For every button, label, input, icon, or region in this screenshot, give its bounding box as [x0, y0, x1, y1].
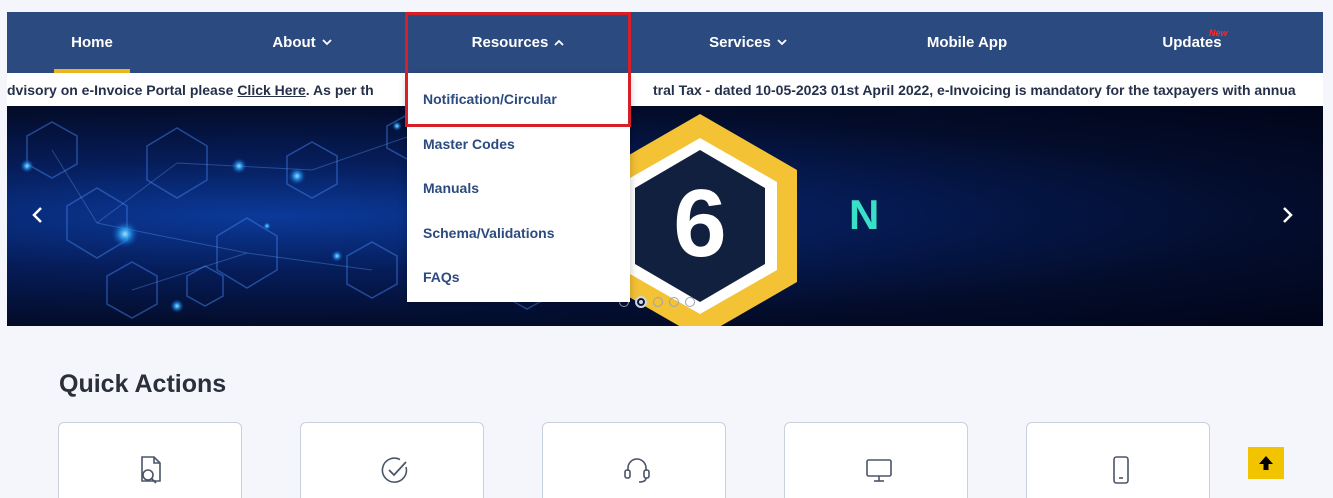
arrow-up-icon: [1259, 456, 1273, 470]
nav-resources-label: Resources: [471, 34, 549, 51]
mobile-icon: [1113, 456, 1129, 484]
scroll-to-top-button[interactable]: [1248, 447, 1284, 479]
quick-action-card-2[interactable]: [300, 422, 484, 498]
nav-about[interactable]: About: [252, 12, 352, 73]
carousel-dot-2-active[interactable]: [635, 296, 647, 308]
chevron-down-icon: [777, 37, 787, 49]
marquee-text-right: tral Tax - dated 10-05-2023 01st April 2…: [653, 82, 1296, 98]
nav-services[interactable]: Services: [693, 12, 803, 73]
nav-mobile-app[interactable]: Mobile App: [912, 12, 1022, 73]
marquee-click-here-link[interactable]: Click Here: [237, 82, 305, 98]
page: Home About Resources Services Mobile App…: [0, 0, 1333, 498]
menu-item-master-codes[interactable]: Master Codes: [423, 136, 515, 152]
resources-dropdown-menu: Notification/Circular Master Codes Manua…: [407, 73, 630, 302]
menu-item-schema-validations[interactable]: Schema/Validations: [423, 225, 555, 241]
hexagon-network-graphic: 6: [20, 114, 797, 326]
quick-action-card-5[interactable]: [1026, 422, 1210, 498]
nav-resources[interactable]: Resources: [407, 12, 629, 73]
menu-item-faqs[interactable]: FAQs: [423, 269, 460, 285]
carousel-indicators: [619, 296, 695, 308]
chevron-down-icon: [322, 37, 332, 49]
nav-home[interactable]: Home: [54, 12, 130, 73]
new-badge: New: [1209, 28, 1228, 38]
quick-actions-title: Quick Actions: [59, 370, 227, 398]
desktop-icon: [866, 459, 892, 482]
headset-icon: [624, 458, 650, 483]
chevron-up-icon: [554, 37, 564, 49]
menu-item-notification-circular[interactable]: Notification/Circular: [423, 91, 557, 107]
hero-carousel: 6 N: [7, 106, 1323, 326]
carousel-dot-4[interactable]: [669, 297, 679, 307]
banner-letter: N: [849, 191, 880, 238]
quick-action-card-4[interactable]: [784, 422, 968, 498]
carousel-dot-5[interactable]: [685, 297, 695, 307]
announcement-marquee: dvisory on e-Invoice Portal please Click…: [7, 73, 1323, 106]
main-navbar: Home About Resources Services Mobile App…: [7, 12, 1323, 73]
nav-about-label: About: [272, 34, 316, 51]
quick-action-card-3[interactable]: [542, 422, 726, 498]
quick-action-card-1[interactable]: [58, 422, 242, 498]
nav-services-label: Services: [709, 34, 771, 51]
menu-item-manuals[interactable]: Manuals: [423, 180, 479, 196]
marquee-text-left: dvisory on e-Invoice Portal please Click…: [7, 82, 374, 98]
check-circle-icon: [381, 457, 408, 483]
nav-mobile-app-label: Mobile App: [926, 34, 1008, 51]
banner-digit: 6: [673, 170, 726, 277]
nav-updates[interactable]: Updates New: [1147, 12, 1237, 73]
nav-home-label: Home: [71, 34, 113, 51]
document-search-icon: [141, 456, 161, 484]
carousel-dot-3[interactable]: [653, 297, 663, 307]
